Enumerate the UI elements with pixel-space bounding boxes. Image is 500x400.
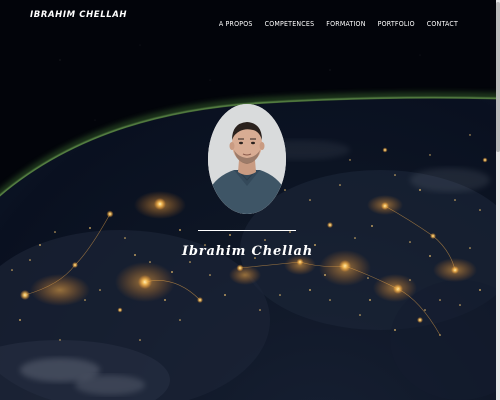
nav-item-contact: CONTACT [427,11,458,30]
nav-link-formation[interactable]: FORMATION [326,20,365,28]
profile-photo-illustration [208,104,286,214]
brand-logo-link[interactable]: IBRAHIM CHELLAH [30,10,127,20]
nav-menu: A PROPOS COMPETENCES FORMATION PORTFOLIO… [219,11,458,30]
hero-divider [198,230,296,231]
navbar: IBRAHIM CHELLAH A PROPOS COMPETENCES FOR… [0,0,500,32]
page-scrollbar[interactable] [496,0,500,400]
nav-link-portfolio[interactable]: PORTFOLIO [378,20,415,28]
page: IBRAHIM CHELLAH A PROPOS COMPETENCES FOR… [0,0,500,400]
nav-item-a-propos: A PROPOS [219,11,253,30]
nav-item-portfolio: PORTFOLIO [378,11,415,30]
nav-item-competences: COMPETENCES [265,11,315,30]
page-scrollbar-thumb[interactable] [496,2,500,152]
nav-item-formation: FORMATION [326,11,365,30]
nav-link-competences[interactable]: COMPETENCES [265,20,315,28]
hero-name: Ibrahim Chellah [182,244,313,259]
nav-link-a-propos[interactable]: A PROPOS [219,20,253,28]
nav-link-contact[interactable]: CONTACT [427,20,458,28]
profile-photo [208,104,286,214]
